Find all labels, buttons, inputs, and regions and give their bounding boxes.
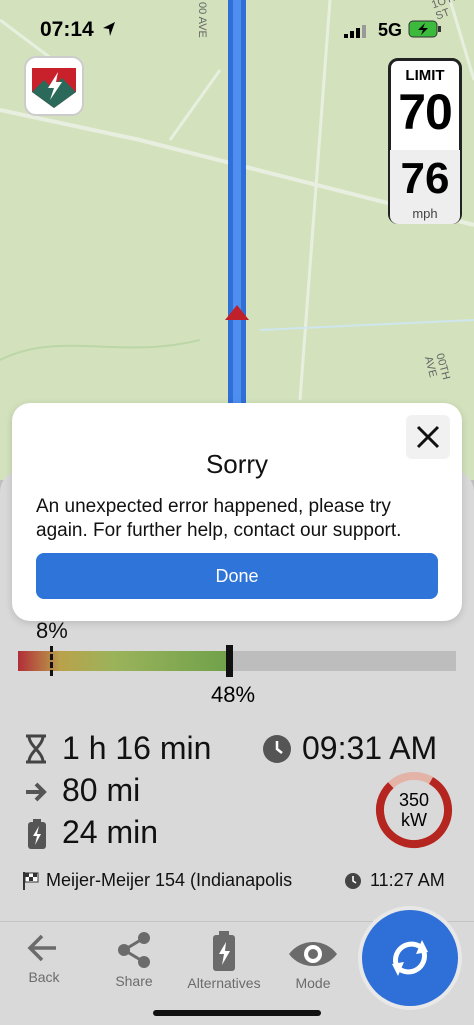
dialog-message: An unexpected error happened, please try… (36, 496, 402, 541)
charger-power-gauge: 350 kW (374, 770, 454, 850)
battery-end-marker (226, 645, 233, 677)
current-speed-box: 76 mph (390, 150, 460, 224)
signal-icon (344, 24, 368, 43)
home-indicator (153, 1010, 321, 1016)
share-button[interactable]: Share (104, 930, 164, 989)
reroute-button[interactable] (362, 910, 458, 1006)
back-label: Back (28, 969, 60, 985)
arrow-right-icon (24, 780, 50, 809)
charger-power-unit: kW (401, 810, 427, 830)
done-button[interactable]: Done (36, 553, 438, 599)
charger-power-value: 350 (398, 790, 430, 810)
clock-icon (262, 734, 292, 769)
clock-icon (344, 872, 362, 895)
error-dialog: Sorry An unexpected error happened, plea… (12, 403, 462, 621)
charging-station-name[interactable]: Meijer-Meijer 154 (Indianapolis (46, 870, 292, 891)
logo-icon (32, 68, 76, 108)
battery-start-label: 8% (36, 618, 68, 643)
back-button[interactable]: Back (14, 930, 74, 985)
arrival-time: 09:31 AM (302, 730, 438, 766)
status-time: 07:14 (40, 18, 94, 41)
share-label: Share (115, 973, 153, 989)
station-arrival-time: 11:27 AM (370, 870, 445, 890)
alternatives-button[interactable]: Alternatives (184, 930, 264, 991)
battery-alternatives-icon (213, 931, 235, 971)
alternatives-label: Alternatives (187, 975, 261, 991)
location-arrow-icon (102, 21, 116, 42)
network-type: 5G (378, 20, 403, 40)
trip-duration: 1 h 16 min (62, 730, 212, 766)
current-speed: 76 (400, 154, 450, 203)
eye-icon (289, 942, 337, 966)
road-label: 00 AVE (196, 2, 208, 38)
mode-button[interactable]: Mode (282, 936, 344, 991)
checkered-flag-icon (22, 871, 40, 896)
hourglass-icon (24, 734, 48, 769)
battery-end-label: 48% (211, 682, 256, 707)
back-arrow-icon (27, 934, 56, 962)
mode-label: Mode (295, 975, 331, 991)
dialog-title: Sorry (205, 449, 269, 479)
trip-distance: 80 mi (62, 772, 141, 808)
app-logo[interactable] (24, 56, 84, 116)
speed-limit-label: LIMIT (405, 67, 445, 84)
charge-time: 24 min (62, 814, 159, 850)
battery-icon (408, 20, 442, 43)
speed-limit-value: 70 (398, 84, 453, 140)
refresh-icon (392, 940, 428, 976)
charging-battery-icon (26, 818, 48, 855)
battery-start-marker (50, 646, 53, 676)
speed-unit: mph (412, 206, 438, 221)
share-icon (118, 932, 150, 968)
